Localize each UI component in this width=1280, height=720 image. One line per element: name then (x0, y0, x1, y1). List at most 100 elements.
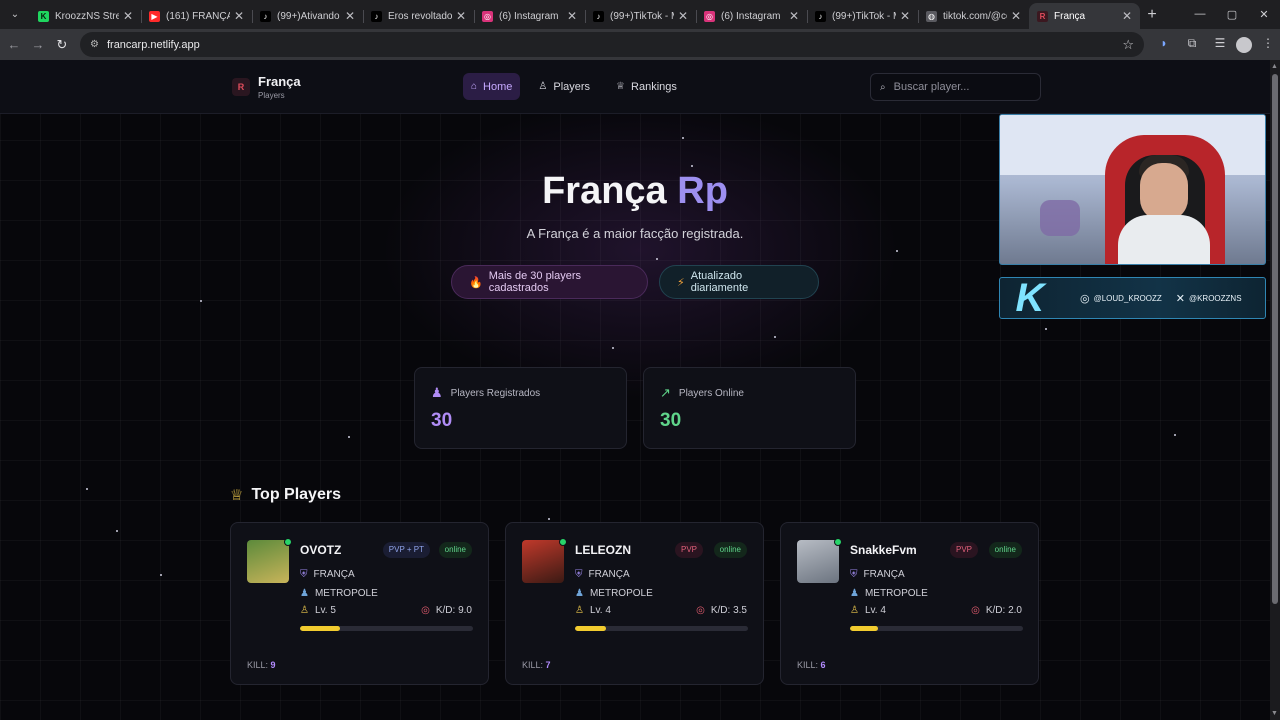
level-progress-fill (300, 626, 340, 631)
browser-tab[interactable]: ◎ (6) Instagram ✕ (696, 3, 807, 29)
browser-tab[interactable]: ♪ (99+)TikTok - Ma ✕ (585, 3, 696, 29)
streamer-face (1140, 163, 1188, 221)
player-avatar (247, 540, 289, 583)
player-card[interactable]: SnakkeFvm PVP online ⛨ FRANÇA ♟ METROPOLE ♙ Lv. … (780, 522, 1039, 685)
new-tab-button[interactable]: + (1140, 6, 1164, 24)
scroll-down-arrow-icon[interactable]: ▼ (1271, 710, 1278, 717)
faction-row: ⛨ FRANÇA (575, 569, 630, 580)
brand-logo: R (232, 78, 250, 96)
faction-label: FRANÇA (588, 569, 630, 580)
reading-list-icon[interactable]: ☰ (1208, 36, 1232, 53)
stat-label: Players Registrados (450, 387, 541, 399)
level-progress-fill (575, 626, 607, 631)
nav-players-label: Players (553, 80, 591, 93)
tab-search-button[interactable]: ⌄ (4, 4, 26, 26)
reload-button[interactable]: ↻ (50, 37, 74, 53)
mode-badge: PVP (674, 542, 703, 558)
browser-tab-strip: ⌄ K KroozzNS Stream ✕ ▶ (161) FRANÇA DE ✕ ♪ (99… (0, 0, 1280, 29)
online-indicator (284, 538, 292, 546)
close-window-button[interactable]: ✕ (1248, 8, 1280, 21)
forward-button[interactable]: → (26, 37, 50, 52)
kill-label: KILL: (797, 660, 819, 670)
player-card[interactable]: OVOTZ PVP + PT online ⛨ FRANÇA ♟ METROPOLE ♙ Lv.… (230, 522, 489, 685)
kd-ratio: ◎ K/D: 3.5 (696, 605, 747, 616)
browser-tab[interactable]: K KroozzNS Stream ✕ (30, 3, 141, 29)
tab-close-icon[interactable]: ✕ (1011, 9, 1021, 23)
browser-tab[interactable]: ♪ (99+)Ativando o ✕ (252, 3, 363, 29)
status-badge: online (988, 542, 1022, 558)
page-scrollbar[interactable]: ▲ ▼ (1270, 60, 1280, 720)
level-label: Lv. 5 (314, 605, 336, 616)
tab-title: França (1054, 10, 1086, 22)
stat-card-registered: ♟ Players Registrados 30 (414, 367, 627, 449)
trophy-icon: ♕ (616, 81, 626, 92)
tab-close-icon[interactable]: ✕ (1122, 9, 1132, 23)
instagram-icon: ◎ (1080, 292, 1090, 305)
more-menu-icon[interactable]: ⋮ (1256, 36, 1280, 53)
tab-title: (99+)Ativando o (277, 10, 341, 22)
nav-rankings[interactable]: ♕ Rankings (608, 73, 685, 100)
nav-players[interactable]: ♙ Players (530, 73, 598, 100)
player-card[interactable]: LELEOZN PVP online ⛨ FRANÇA ♟ METROPOLE ♙ Lv. 4 ◎… (505, 522, 764, 685)
users-icon: ♟ (300, 588, 309, 599)
stat-label: Players Online (678, 387, 744, 399)
browser-tab[interactable]: ◍ tiktok.com/@con ✕ (918, 3, 1029, 29)
tab-close-icon[interactable]: ✕ (789, 9, 799, 23)
read-aloud-icon[interactable]: ◗ (1152, 36, 1176, 53)
back-button[interactable]: ← (2, 37, 26, 52)
scroll-up-arrow-icon[interactable]: ▲ (1271, 63, 1278, 70)
browser-tab[interactable]: ♪ Eros revoltado # ✕ (363, 3, 474, 29)
trophy-icon: ♕ (230, 487, 244, 504)
toolbar-icons: ◗ ⧉ ☰ ⋮ (1152, 36, 1280, 53)
nav-home[interactable]: ⌂ Home (463, 73, 521, 100)
star-particle (160, 574, 162, 576)
city-label: METROPOLE (314, 588, 378, 599)
players-count-badge-label: Mais de 30 players cadastrados (488, 270, 582, 294)
city-row: ♟ METROPOLE (575, 588, 653, 599)
tab-close-icon[interactable]: ✕ (567, 9, 577, 23)
bookmark-star-icon[interactable]: ☆ (1122, 37, 1134, 53)
brand-name: França (258, 74, 301, 89)
search-input[interactable]: ⌕ Buscar player... (870, 73, 1041, 101)
scrollbar-thumb[interactable] (1272, 74, 1278, 604)
award-icon: ♙ (300, 605, 309, 616)
tab-title: (6) Instagram (721, 10, 781, 22)
browser-tab[interactable]: ♪ (99+)TikTok - Ma ✕ (807, 3, 918, 29)
browser-tab[interactable]: ▶ (161) FRANÇA DE ✕ (141, 3, 252, 29)
players-count-badge: 🔥 Mais de 30 players cadastrados (451, 265, 648, 299)
maximize-button[interactable]: ▢ (1216, 8, 1248, 21)
extensions-icon[interactable]: ⧉ (1180, 36, 1204, 53)
stat-value: 30 (431, 410, 453, 431)
tab-close-icon[interactable]: ✕ (234, 9, 244, 23)
user-icon: ♙ (538, 81, 548, 92)
browser-toolbar: ← → ↻ ⚙ francarp.netlify.app ☆ ◗ ⧉ ☰ ⋮ (0, 29, 1280, 60)
brand[interactable]: R França Players (232, 74, 301, 100)
address-bar[interactable]: ⚙ francarp.netlify.app ☆ (80, 32, 1144, 57)
browser-tab[interactable]: ◎ (6) Instagram ✕ (474, 3, 585, 29)
city-row: ♟ METROPOLE (300, 588, 378, 599)
level-row: ♙ Lv. 5 (300, 605, 336, 616)
minimize-button[interactable]: — (1184, 8, 1216, 21)
profile-avatar[interactable] (1236, 37, 1252, 53)
site-info-icon[interactable]: ⚙ (90, 39, 99, 50)
tab-favicon-icon: ◎ (704, 10, 715, 22)
level-label: Lv. 4 (589, 605, 611, 616)
tab-title: (161) FRANÇA DE (166, 10, 230, 22)
level-progress-fill (850, 626, 878, 631)
tab-close-icon[interactable]: ✕ (456, 9, 466, 23)
tab-close-icon[interactable]: ✕ (123, 9, 133, 23)
tab-close-icon[interactable]: ✕ (678, 9, 688, 23)
star-particle (348, 436, 350, 438)
browser-tab[interactable]: R França ✕ (1029, 3, 1140, 29)
status-badge: online (438, 542, 472, 558)
shield-icon: ⛨ (575, 569, 583, 580)
player-name: OVOTZ (300, 543, 342, 557)
hero-title-accent: Rp (677, 170, 728, 212)
star-particle (774, 336, 776, 338)
level-progress-bar (300, 626, 473, 631)
tab-title: (99+)TikTok - Ma (610, 10, 674, 22)
users-icon: ♟ (431, 385, 443, 400)
tab-close-icon[interactable]: ✕ (345, 9, 355, 23)
window-controls: — ▢ ✕ (1184, 8, 1280, 21)
tab-close-icon[interactable]: ✕ (900, 9, 910, 23)
